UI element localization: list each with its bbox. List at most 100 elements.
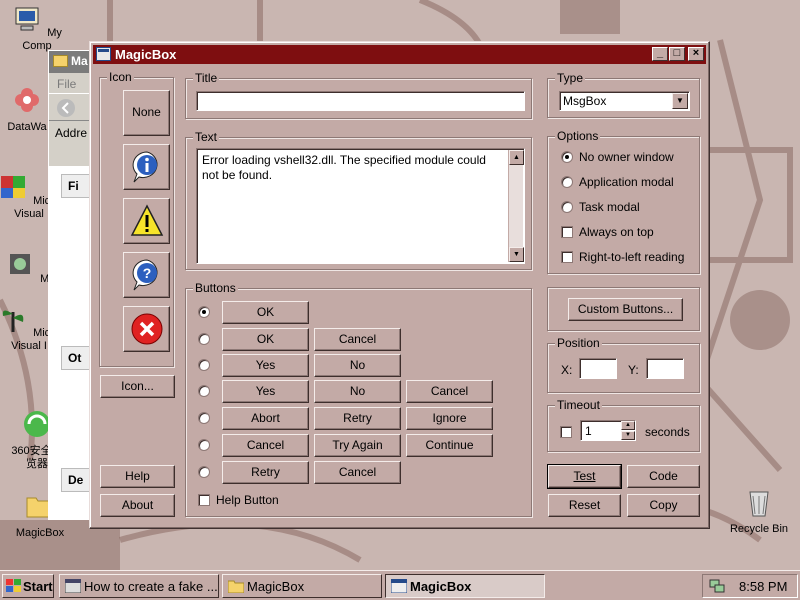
copy-button[interactable]: Copy xyxy=(627,494,700,517)
preview-no-button[interactable]: No xyxy=(314,380,401,403)
buttons-row-radio[interactable] xyxy=(198,385,210,397)
right-to-left-label[interactable]: Right-to-left reading xyxy=(579,250,684,264)
network-icon[interactable] xyxy=(709,578,725,594)
help-button[interactable]: Help xyxy=(100,465,175,488)
position-x-label: X: xyxy=(561,363,573,377)
preview-try-again-button[interactable]: Try Again xyxy=(314,434,401,457)
taskbar-item-label: MagicBox xyxy=(410,579,472,594)
back-arrow-icon[interactable] xyxy=(55,97,77,119)
maximize-button[interactable]: □ xyxy=(669,47,685,61)
background-window-title: Ma xyxy=(71,54,88,68)
minimize-button[interactable]: _ xyxy=(652,47,668,61)
icon-question-button[interactable]: ? xyxy=(123,252,170,298)
help-button-checkbox[interactable] xyxy=(198,494,210,506)
app-icon xyxy=(96,47,111,61)
start-button[interactable]: Start xyxy=(2,574,54,598)
preview-cancel-button[interactable]: Cancel xyxy=(314,328,401,351)
desktop-icon-my-computer[interactable]: My Comp xyxy=(2,2,72,53)
preview-ok-button[interactable]: OK xyxy=(222,328,309,351)
my-computer-icon xyxy=(15,7,39,31)
clock[interactable]: 8:58 PM xyxy=(739,579,787,594)
recycle-bin-icon xyxy=(749,491,769,517)
visual-studio-icon xyxy=(1,176,26,198)
title-input[interactable] xyxy=(196,91,525,111)
scroll-down-arrow-icon[interactable]: ▼ xyxy=(509,247,524,262)
text-scrollbar[interactable]: ▲ ▼ xyxy=(508,150,524,262)
folder-icon xyxy=(228,580,244,593)
options-group-label: Options xyxy=(555,129,601,143)
icon-none-label: None xyxy=(132,105,161,119)
options-group: Options No owner window Application moda… xyxy=(547,129,700,274)
preview-retry-button[interactable]: Retry xyxy=(222,461,309,484)
buttons-group: Buttons OK OK Cancel Yes No Yes No Cance… xyxy=(185,281,532,517)
position-x-input[interactable] xyxy=(579,358,617,379)
task-modal-radio[interactable] xyxy=(561,201,573,213)
type-select[interactable]: MsgBox ▼ xyxy=(559,91,690,111)
preview-retry-button[interactable]: Retry xyxy=(314,407,401,430)
help-button-checkbox-label[interactable]: Help Button xyxy=(216,493,279,507)
desktop-icon-label: My xyxy=(47,27,62,39)
preview-no-button[interactable]: No xyxy=(314,354,401,377)
position-group: Position X: Y: xyxy=(547,336,700,393)
title-group-label: Title xyxy=(193,71,220,85)
always-on-top-label[interactable]: Always on top xyxy=(579,225,654,239)
right-to-left-checkbox[interactable] xyxy=(561,251,573,263)
icon-browse-button[interactable]: Icon... xyxy=(100,375,175,398)
warning-icon xyxy=(130,204,164,236)
buttons-row-radio[interactable] xyxy=(198,359,210,371)
browser-window-icon xyxy=(65,579,81,593)
icon-information-button[interactable] xyxy=(123,144,170,190)
buttons-row-radio[interactable] xyxy=(198,306,210,318)
timeout-checkbox[interactable] xyxy=(560,426,572,438)
information-icon xyxy=(132,151,158,183)
application-modal-label[interactable]: Application modal xyxy=(579,175,674,189)
taskbar-item-browser[interactable]: How to create a fake ... xyxy=(59,574,219,598)
preview-ignore-button[interactable]: Ignore xyxy=(406,407,493,430)
icon-error-button[interactable] xyxy=(123,306,170,352)
preview-cancel-button[interactable]: Cancel xyxy=(222,434,309,457)
preview-ok-button[interactable]: OK xyxy=(222,301,309,324)
application-modal-radio[interactable] xyxy=(561,176,573,188)
spin-down-icon[interactable]: ▼ xyxy=(621,431,635,440)
icon-group-label: Icon xyxy=(107,70,134,84)
message-textarea[interactable]: Error loading vshell32.dll. The specifie… xyxy=(196,148,525,264)
preview-cancel-button[interactable]: Cancel xyxy=(406,380,493,403)
dialog-titlebar[interactable]: MagicBox _ □ × xyxy=(93,45,706,64)
always-on-top-checkbox[interactable] xyxy=(561,226,573,238)
spin-up-icon[interactable]: ▲ xyxy=(621,421,635,430)
buttons-row-radio[interactable] xyxy=(198,333,210,345)
icon-none-button[interactable]: None xyxy=(123,90,170,136)
icon-group: Icon None ? xyxy=(99,70,174,367)
no-owner-window-label[interactable]: No owner window xyxy=(579,150,674,164)
reset-button[interactable]: Reset xyxy=(548,494,621,517)
chevron-down-icon[interactable]: ▼ xyxy=(672,93,688,109)
timeout-spinner[interactable]: 1 ▲ ▼ xyxy=(580,420,636,441)
icon-warning-button[interactable] xyxy=(123,198,170,244)
desktop-icon-label: MagicBox xyxy=(15,527,65,539)
buttons-row-radio[interactable] xyxy=(198,439,210,451)
test-button[interactable]: Test xyxy=(547,464,622,489)
desktop-icon-recycle-bin[interactable]: Recycle Bin xyxy=(724,486,794,536)
task-modal-label[interactable]: Task modal xyxy=(579,200,640,214)
scroll-up-arrow-icon[interactable]: ▲ xyxy=(509,150,524,165)
error-icon xyxy=(131,313,163,345)
position-y-input[interactable] xyxy=(646,358,684,379)
preview-abort-button[interactable]: Abort xyxy=(222,407,309,430)
windows-logo-icon xyxy=(6,579,21,592)
no-owner-window-radio[interactable] xyxy=(561,151,573,163)
taskbar-item-magicbox-folder[interactable]: MagicBox xyxy=(222,574,382,598)
taskbar-item-magicbox-app[interactable]: MagicBox xyxy=(385,574,545,598)
code-button[interactable]: Code xyxy=(627,465,700,488)
custom-buttons-button[interactable]: Custom Buttons... xyxy=(568,298,683,321)
dialog-title: MagicBox xyxy=(115,47,177,62)
preview-cancel-button[interactable]: Cancel xyxy=(314,461,401,484)
type-select-value: MsgBox xyxy=(563,94,607,108)
buttons-row-radio[interactable] xyxy=(198,412,210,424)
preview-yes-button[interactable]: Yes xyxy=(222,354,309,377)
preview-continue-button[interactable]: Continue xyxy=(406,434,493,457)
close-button[interactable]: × xyxy=(688,47,704,61)
buttons-row-radio[interactable] xyxy=(198,466,210,478)
magicbox-dialog[interactable]: MagicBox _ □ × Icon None ? Icon... Help … xyxy=(89,41,710,529)
preview-yes-button[interactable]: Yes xyxy=(222,380,309,403)
about-button[interactable]: About xyxy=(100,494,175,517)
